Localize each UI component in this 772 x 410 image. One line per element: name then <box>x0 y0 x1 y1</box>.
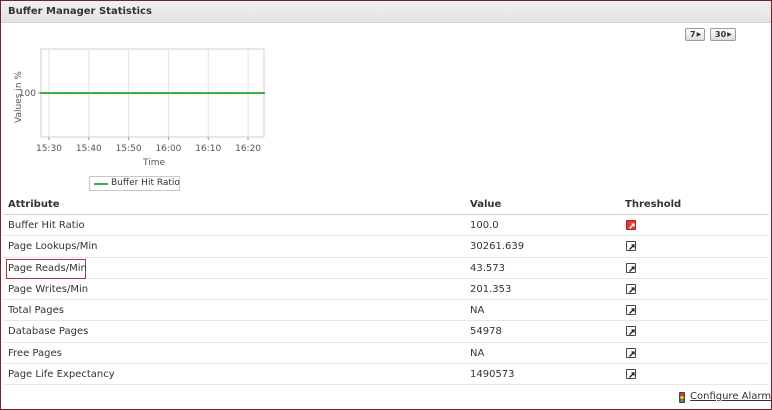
data-point <box>183 91 186 95</box>
table-row: Page Reads/Min 43.573 <box>4 258 769 279</box>
value-column-header: Value <box>470 199 502 210</box>
x-tick-label: 16:10 <box>195 144 221 154</box>
edit-threshold-icon[interactable] <box>626 283 636 294</box>
y-axis-label: Values in % <box>14 71 24 123</box>
data-point <box>215 91 218 95</box>
table-row: Free Pages NA <box>4 343 769 365</box>
buffer-manager-panel: Buffer Manager Statistics 7▶ 30▶ 15:30 15… <box>0 0 772 410</box>
x-tick-label: 16:20 <box>235 144 261 154</box>
attribute-value: NA <box>470 305 485 317</box>
attribute-name: Page Reads/Min <box>8 262 87 274</box>
data-point <box>103 91 106 95</box>
configure-alarms-label[interactable]: Configure Alarms <box>690 391 772 402</box>
attribute-name: Total Pages <box>8 305 64 317</box>
x-tick-label: 15:30 <box>36 144 62 154</box>
table-row: Page Lookups/Min 30261.639 <box>4 236 769 258</box>
threshold-column-header: Threshold <box>625 199 682 210</box>
attribute-column-header: Attribute <box>8 199 60 210</box>
legend-swatch <box>94 183 108 185</box>
period-30-button[interactable]: 30▶ <box>710 28 736 41</box>
attribute-value: 30261.639 <box>470 241 525 253</box>
legend-label: Buffer Hit Ratio <box>111 178 180 188</box>
attribute-value: 201.353 <box>470 283 512 295</box>
period-7-button[interactable]: 7▶ <box>685 28 706 41</box>
table-row: Total Pages NA <box>4 300 769 322</box>
edit-threshold-icon[interactable] <box>626 347 636 358</box>
edit-threshold-icon[interactable] <box>626 241 636 252</box>
data-point <box>246 91 250 95</box>
traffic-light-icon <box>679 392 685 403</box>
edit-threshold-icon[interactable] <box>626 369 636 380</box>
buffer-hit-ratio-chart: 15:30 15:40 15:50 16:00 16:10 16:20100 Values… <box>14 48 266 168</box>
attribute-value: NA <box>470 347 485 359</box>
attribute-table: Attribute Value Threshold Buffer Hit Rat… <box>4 196 769 386</box>
attribute-name: Buffer Hit Ratio <box>8 220 85 231</box>
panel-header: Buffer Manager Statistics <box>1 1 771 23</box>
attribute-name: Database Pages <box>8 326 89 338</box>
data-point <box>39 91 43 95</box>
attribute-name: Page Lookups/Min <box>8 241 98 253</box>
x-tick-label: 16:00 <box>155 144 181 154</box>
table-header-row: Attribute Value Threshold <box>4 196 769 215</box>
table-row: Buffer Hit Ratio 100.0 <box>4 215 769 237</box>
x-tick-label: 15:50 <box>116 144 142 154</box>
edit-threshold-icon[interactable] <box>626 326 636 337</box>
attribute-value: 43.573 <box>470 262 505 274</box>
data-point <box>87 91 90 95</box>
attribute-value: 100.0 <box>470 220 499 231</box>
data-point <box>151 91 154 95</box>
attribute-value: 1490573 <box>470 369 515 381</box>
data-point <box>231 91 234 95</box>
data-point <box>167 91 170 95</box>
data-point <box>262 91 266 95</box>
play-arrow-icon: ▶ <box>727 31 732 38</box>
attribute-name: Page Writes/Min <box>8 283 89 295</box>
data-point <box>71 91 74 95</box>
play-arrow-icon: ▶ <box>696 31 702 38</box>
edit-threshold-icon[interactable] <box>626 262 636 273</box>
table-row: Page Writes/Min 201.353 <box>4 279 769 301</box>
data-point <box>119 91 122 95</box>
attribute-name: Page Life Expectancy <box>8 369 115 381</box>
edit-threshold-icon[interactable] <box>626 220 636 230</box>
attribute-name: Free Pages <box>8 347 62 359</box>
period-30-label: 30 <box>715 30 727 39</box>
panel-title: Buffer Manager Statistics <box>8 6 152 17</box>
data-point <box>135 91 138 95</box>
table-row: Page Life Expectancy 1490573 <box>4 364 769 386</box>
period-7-label: 7 <box>690 30 696 39</box>
data-point <box>199 91 202 95</box>
data-point <box>55 91 59 95</box>
edit-threshold-icon[interactable] <box>626 305 636 316</box>
attribute-value: 54978 <box>470 326 502 338</box>
x-tick-label: 15:40 <box>76 144 102 154</box>
x-axis-label: Time <box>142 158 165 168</box>
table-row: Database Pages 54978 <box>4 321 769 343</box>
chart-legend: Buffer Hit Ratio <box>89 176 180 191</box>
